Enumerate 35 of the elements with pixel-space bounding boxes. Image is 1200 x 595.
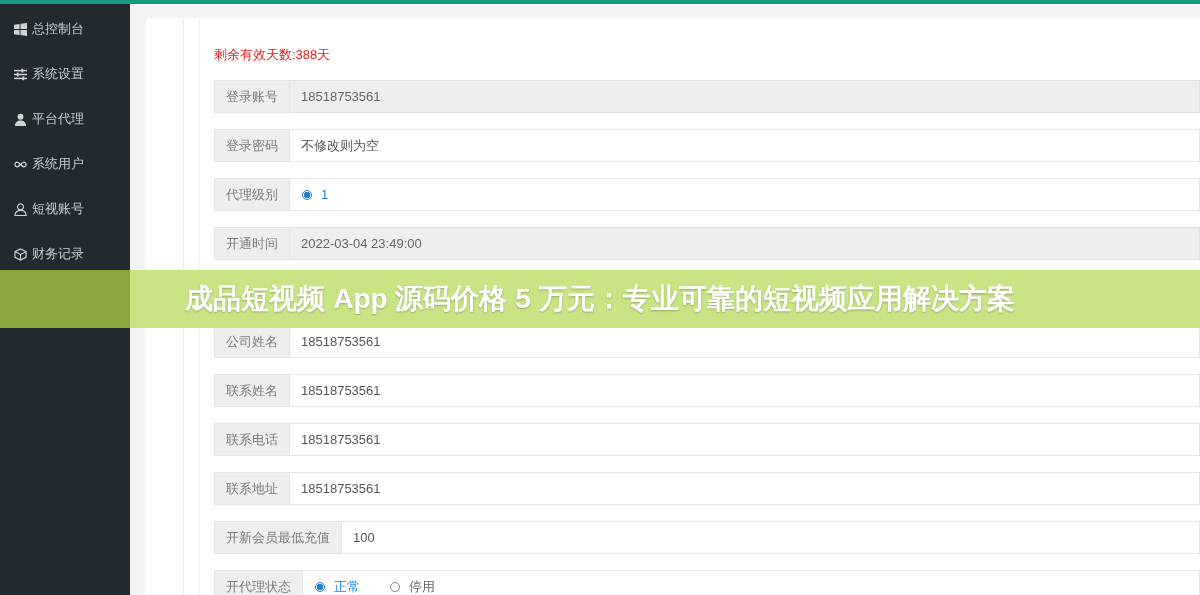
user-icon (14, 202, 27, 216)
input-field[interactable]: 2022-03-04 23:49:00 (290, 227, 1200, 260)
sidebar-item[interactable]: 财务记录 (0, 240, 130, 268)
sidebar-item[interactable]: 平台代理 (0, 105, 130, 133)
field-label: 联系姓名 (214, 374, 290, 407)
input-field[interactable]: 100 (342, 521, 1200, 554)
radio-button[interactable] (302, 189, 312, 200)
sidebar-item[interactable]: 系统用户 (0, 150, 130, 178)
field-label: 开通时间 (214, 227, 290, 260)
radio-label: 1 (321, 187, 329, 202)
input-field[interactable]: 18518753561 (290, 423, 1200, 456)
input-field[interactable]: 18518753561 (290, 80, 1200, 113)
cube-icon (14, 247, 27, 261)
input-field[interactable]: 不修改则为空 (290, 129, 1200, 162)
input-field[interactable]: 18518753561 (290, 472, 1200, 505)
sidebar-item[interactable]: 短视账号 (0, 195, 130, 223)
input-field[interactable]: 18518753561 (290, 374, 1200, 407)
field-label: 代理级别 (214, 178, 290, 211)
field-label: 联系地址 (214, 472, 290, 505)
headline-text: 成品短视频 App 源码价格 5 万元：专业可靠的短视频应用解决方案 (185, 282, 1015, 316)
radio-label: 正常 (334, 577, 360, 595)
field-label: 联系电话 (214, 423, 290, 456)
field-label: 登录账号 (214, 80, 290, 113)
sliders-icon (14, 67, 27, 81)
field-label: 开新会员最低充值 (214, 521, 342, 554)
remaining-days-notice: 剩余有效天数:388天 (214, 46, 332, 64)
radio-button[interactable] (315, 581, 325, 592)
radio-label: 停用 (409, 577, 435, 595)
user-icon (14, 112, 27, 126)
windows-icon (14, 22, 27, 36)
field-label: 登录密码 (214, 129, 290, 162)
sidebar-item[interactable]: 总控制台 (0, 15, 130, 43)
radio-button[interactable] (390, 581, 400, 592)
sidebar-item[interactable]: 系统设置 (0, 60, 130, 88)
field-label: 开代理状态 (214, 570, 303, 595)
